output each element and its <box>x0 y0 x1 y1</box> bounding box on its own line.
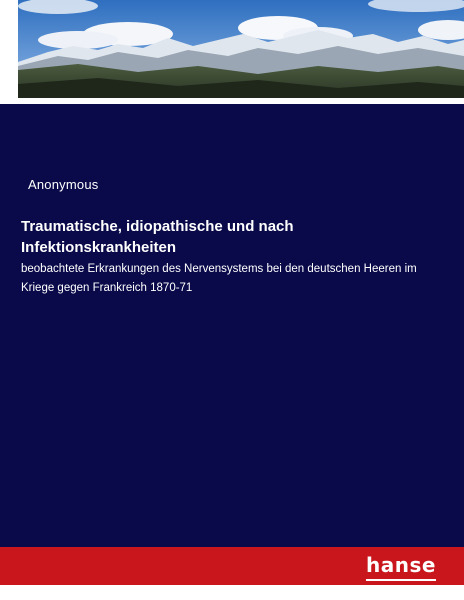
logo-underline <box>366 579 436 581</box>
bottom-margin <box>0 585 464 600</box>
publisher-logo: hanse <box>366 553 436 577</box>
book-subtitle: beobachtete Erkrankungen des Nervensyste… <box>21 263 417 294</box>
book-title: Traumatische, idiopathische und nach Inf… <box>21 218 294 256</box>
mountain-panorama-image <box>18 0 464 98</box>
title-panel <box>0 104 464 547</box>
book-cover: Anonymous Traumatische, idiopathische un… <box>0 0 464 600</box>
author-name: Anonymous <box>28 177 99 192</box>
